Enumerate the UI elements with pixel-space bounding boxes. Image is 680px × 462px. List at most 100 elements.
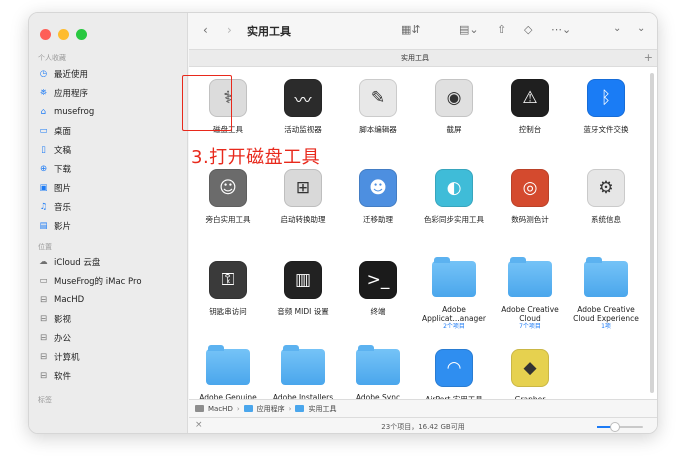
share-icon[interactable]: ⇧ bbox=[497, 23, 506, 36]
zoom-button[interactable] bbox=[76, 29, 87, 40]
item-label: 钥匙串访问 bbox=[209, 307, 247, 316]
status-text: 23个项目，16.42 GB可用 bbox=[381, 423, 465, 431]
grid-item[interactable]: ☻ 迁移助理 bbox=[340, 169, 416, 224]
grid-item[interactable]: Adobe Genuine bbox=[190, 345, 266, 402]
apps-icon: ⛯ bbox=[40, 87, 47, 98]
grid-item[interactable]: Adobe Creative Cloud 7个项目 bbox=[492, 257, 568, 331]
icon-size-slider[interactable] bbox=[597, 422, 643, 432]
item-label: 截屏 bbox=[446, 125, 462, 134]
grid-item[interactable]: ◉ 截屏 bbox=[416, 79, 492, 134]
sidebar-item-label: 最近使用 bbox=[54, 69, 89, 80]
grid-item[interactable]: ⚙ 系统信息 bbox=[568, 169, 644, 224]
path-separator: › bbox=[288, 404, 292, 413]
grid-item[interactable]: ᛒ 蓝牙文件交换 bbox=[568, 79, 644, 134]
item-label: 旁白实用工具 bbox=[205, 215, 251, 224]
disk-icon: ⊟ bbox=[39, 351, 48, 362]
item-label: 音频 MIDI 设置 bbox=[277, 307, 329, 316]
grid-item[interactable]: 〰活动监视器 bbox=[265, 79, 341, 134]
window-title: 实用工具 bbox=[247, 25, 291, 38]
sidebar-item-fav[interactable]: ♫ 音乐 bbox=[38, 198, 183, 215]
more-actions-icon[interactable]: ⋯⌄ bbox=[551, 23, 571, 36]
path-item-applications[interactable]: 应用程序 bbox=[257, 404, 285, 414]
grid-item[interactable]: Adobe Sync bbox=[340, 345, 416, 402]
sidebar-item-location[interactable]: ▭ MuseFrog的 iMac Pro bbox=[38, 272, 183, 289]
sidebar: 个人收藏 ◷ 最近使用 ⛯ 应用程序 ⌂ musefrog ▭ 桌面 ▯ 文稿 ⊕ 下载 ▣ 图片 ♫ 音乐 ▤… bbox=[29, 13, 188, 433]
item-count: 7个项目 bbox=[519, 323, 541, 330]
disk-icon: ⊟ bbox=[39, 294, 48, 305]
grid-item[interactable]: Adobe Installers bbox=[265, 345, 341, 402]
minimize-button[interactable] bbox=[58, 29, 69, 40]
tag-icon[interactable]: ◇ bbox=[524, 23, 532, 36]
toolbar: ‹ › 实用工具 ▦⇵ ▤⌄ ⇧ ◇ ⋯⌄ ⌄ ⌄ ⚲ bbox=[189, 13, 657, 49]
grid-item[interactable]: ☺ 旁白实用工具 bbox=[190, 169, 266, 224]
path-separator: › bbox=[236, 404, 240, 413]
grid-item[interactable]: ◠AirPort 实用工具 bbox=[416, 349, 492, 404]
sidebar-item-fav[interactable]: ▤ 影片 bbox=[38, 217, 183, 234]
sidebar-item-location[interactable]: ⊟ MacHD bbox=[38, 291, 183, 308]
boot-camp-icon: ⊞ bbox=[284, 169, 322, 207]
folder-icon bbox=[295, 405, 305, 412]
grid-item[interactable]: ⚠ 控制台 bbox=[492, 79, 568, 134]
chevron-down-icon[interactable]: ⌄ bbox=[613, 23, 621, 34]
grid-item[interactable]: ◎ 数码测色计 bbox=[492, 169, 568, 224]
sidebar-item-fav[interactable]: ▣ 图片 bbox=[38, 179, 183, 196]
path-item-utilities[interactable]: 实用工具 bbox=[308, 404, 336, 414]
bluetooth-icon: ᛒ bbox=[587, 79, 625, 117]
sidebar-item-location[interactable]: ⊟ 计算机 bbox=[38, 348, 183, 365]
grid-item[interactable]: Adobe Applicat...anager 2个项目 bbox=[416, 257, 492, 331]
grid-item[interactable]: ✎ 脚本编辑器 bbox=[340, 79, 416, 134]
tab-bar: 实用工具 + bbox=[189, 49, 657, 67]
sidebar-item-label: 下载 bbox=[54, 164, 72, 175]
sidebar-item-label: 音乐 bbox=[54, 202, 72, 213]
sidebar-item-location[interactable]: ⊟ 影视 bbox=[38, 310, 183, 327]
tags-section-title: 标签 bbox=[38, 396, 52, 404]
path-item-machd[interactable]: MacHD bbox=[208, 405, 233, 413]
item-label: 控制台 bbox=[518, 125, 542, 134]
home-icon: ⌂ bbox=[40, 106, 47, 117]
download-icon: ⊕ bbox=[39, 163, 48, 174]
grid-item[interactable]: ◐ 色彩同步实用工具 bbox=[416, 169, 492, 224]
console-icon: ⚠ bbox=[511, 79, 549, 117]
grid-item[interactable]: ▥ 音频 MIDI 设置 bbox=[265, 261, 341, 316]
forward-button[interactable]: › bbox=[227, 23, 232, 37]
sidebar-item-fav[interactable]: ⌂ musefrog bbox=[38, 103, 183, 120]
main-pane: ‹ › 实用工具 ▦⇵ ▤⌄ ⇧ ◇ ⋯⌄ ⌄ ⌄ ⚲ 实用工具 + ⚕磁盘工具… bbox=[182, 13, 657, 433]
photo-icon: ▣ bbox=[39, 182, 48, 193]
sidebar-item-location[interactable]: ⊟ 软件 bbox=[38, 367, 183, 384]
status-bar: × 23个项目，16.42 GB可用 bbox=[189, 417, 657, 433]
scrollbar[interactable] bbox=[650, 73, 654, 393]
sidebar-item-fav[interactable]: ▯ 文稿 bbox=[38, 141, 183, 158]
chevron-down-icon-2[interactable]: ⌄ bbox=[637, 23, 645, 34]
grapher-icon: ◆ bbox=[511, 349, 549, 387]
grid-item[interactable]: ◆Grapher bbox=[492, 349, 568, 404]
item-label: 启动转换助理 bbox=[280, 215, 326, 224]
sidebar-item-fav[interactable]: ◷ 最近使用 bbox=[38, 65, 183, 82]
item-count: 1项 bbox=[601, 323, 611, 330]
grid-item[interactable]: Adobe Creative Cloud Experience 1项 bbox=[568, 257, 644, 331]
sidebar-item-location[interactable]: ☁ iCloud 云盘 bbox=[38, 253, 183, 270]
back-button[interactable]: ‹ bbox=[203, 23, 208, 37]
item-label: Adobe Creative Cloud bbox=[501, 305, 559, 323]
sidebar-item-fav[interactable]: ▭ 桌面 bbox=[38, 122, 183, 139]
movie-icon: ▤ bbox=[39, 220, 48, 231]
view-mode-icon[interactable]: ▦⇵ bbox=[401, 23, 421, 36]
step-annotation: 3.打开磁盘工具 bbox=[191, 147, 321, 168]
grid-item[interactable]: ⚿ 钥匙串访问 bbox=[190, 261, 266, 316]
screenshot-icon: ◉ bbox=[435, 79, 473, 117]
sidebar-item-fav[interactable]: ⛯ 应用程序 bbox=[38, 84, 183, 101]
window-controls bbox=[40, 29, 87, 40]
sidebar-item-label: iCloud 云盘 bbox=[54, 257, 101, 268]
folder-icon bbox=[508, 257, 552, 297]
new-tab-button[interactable]: + bbox=[644, 51, 653, 64]
script-editor-icon: ✎ bbox=[359, 79, 397, 117]
sidebar-item-fav[interactable]: ⊕ 下载 bbox=[38, 160, 183, 177]
disk-icon: ⊟ bbox=[39, 313, 48, 324]
tab-utilities[interactable]: 实用工具 bbox=[189, 53, 641, 63]
sidebar-item-location[interactable]: ⊟ 办公 bbox=[38, 329, 183, 346]
group-icon[interactable]: ▤⌄ bbox=[459, 23, 479, 36]
cloud-icon: ☁ bbox=[39, 256, 48, 267]
sidebar-item-label: 软件 bbox=[54, 371, 72, 382]
close-button[interactable] bbox=[40, 29, 51, 40]
grid-item[interactable]: >_ 终端 bbox=[340, 261, 416, 316]
grid-item[interactable]: ⊞ 启动转换助理 bbox=[265, 169, 341, 224]
